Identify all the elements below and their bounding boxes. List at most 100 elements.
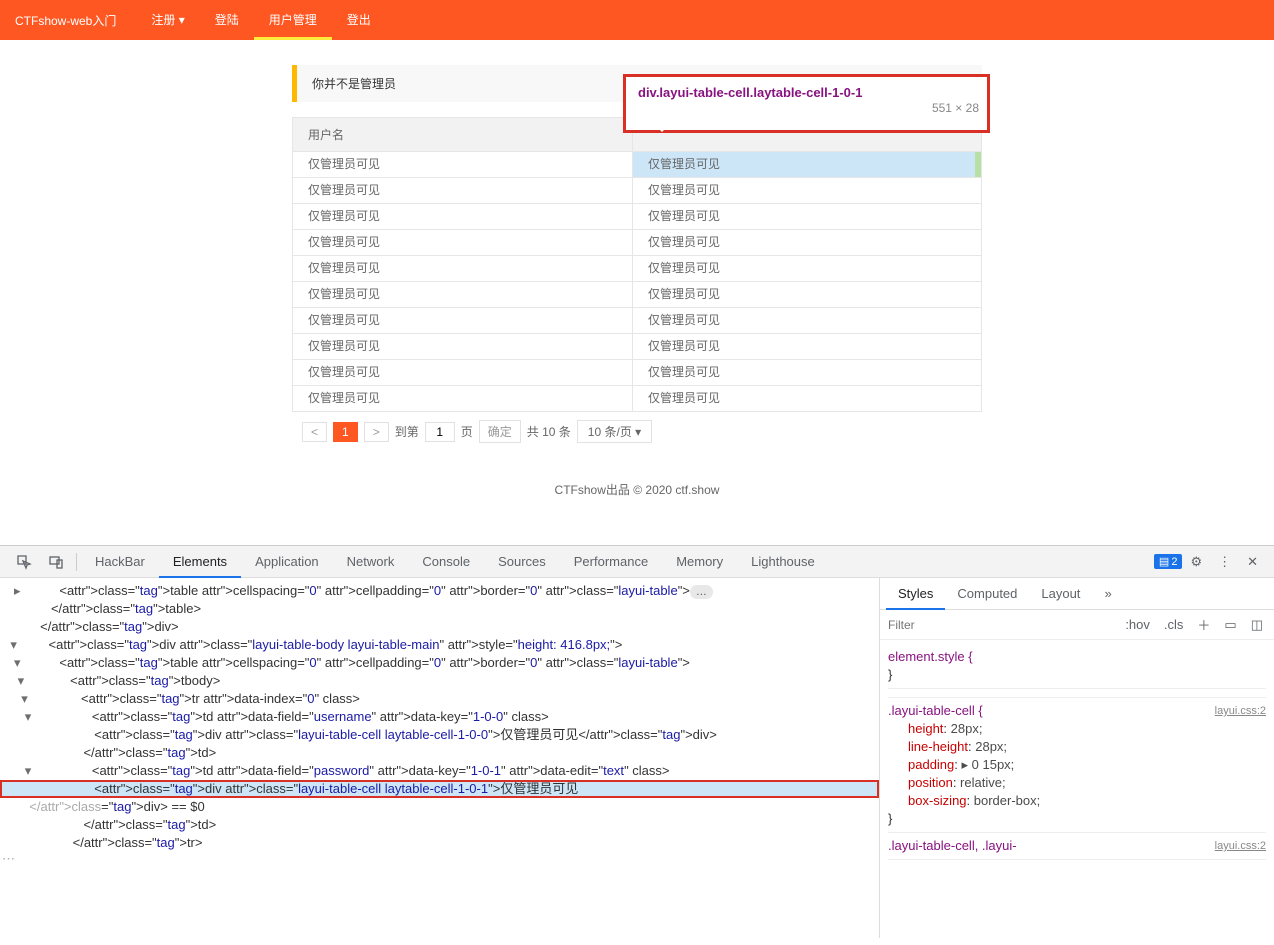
dom-node[interactable]: <attr">class="tag">div attr">class="layu… (0, 726, 879, 744)
nav-item-logout[interactable]: 登出 (332, 0, 386, 40)
sidebar-toggle-icon[interactable]: ◫ (1248, 617, 1266, 633)
table-row[interactable]: 仅管理员可见仅管理员可见 (293, 204, 981, 230)
cell-username: 仅管理员可见 (293, 360, 633, 385)
css-rule[interactable]: </span><span class="rule-sel">.laytable-… (888, 689, 1266, 698)
dom-node[interactable]: ▾ <attr">class="tag">tbody> (0, 672, 879, 690)
cell-username: 仅管理员可见 (293, 230, 633, 255)
cell-username: 仅管理员可见 (293, 152, 633, 177)
table-row[interactable]: 仅管理员可见仅管理员可见 (293, 360, 981, 386)
tab-application[interactable]: Application (241, 546, 333, 578)
css-rule[interactable]: layui.css:2.layui-table-cell {height: 28… (888, 698, 1266, 833)
th-username: 用户名 (293, 118, 633, 151)
tab-elements[interactable]: Elements (159, 546, 241, 578)
goto-label: 到第 (395, 423, 419, 440)
page-size-select[interactable]: 10 条/页 ▾ (577, 420, 652, 443)
cell-password[interactable]: 仅管理员可见 (633, 204, 981, 229)
styles-pane: Styles Computed Layout » :hov .cls ＋ ▭ ◫… (879, 578, 1274, 938)
dom-node[interactable]: ▾ <attr">class="tag">div attr">class="la… (0, 636, 879, 654)
page-confirm[interactable]: 确定 (479, 420, 521, 443)
inspect-icon[interactable] (8, 554, 40, 570)
pagination: < 1 > 到第 页 确定 共 10 条 10 条/页 ▾ (292, 412, 982, 451)
table-row[interactable]: 仅管理员可见仅管理员可见 (293, 334, 981, 360)
page-total: 共 10 条 (527, 423, 571, 440)
nav-item-register[interactable]: 注册 ▾ (136, 0, 199, 40)
cls-toggle[interactable]: .cls (1161, 617, 1187, 632)
css-rule[interactable]: element.style {} (888, 644, 1266, 689)
brand[interactable]: CTFshow-web入门 (15, 12, 116, 29)
cell-password[interactable]: 仅管理员可见 (633, 308, 981, 333)
tab-lighthouse[interactable]: Lighthouse (737, 546, 829, 578)
cell-password[interactable]: 仅管理员可见 (633, 178, 981, 203)
settings-icon[interactable]: ⚙ (1182, 554, 1210, 570)
cell-password[interactable]: 仅管理员可见 (633, 334, 981, 359)
cell-password[interactable]: 仅管理员可见 (633, 282, 981, 307)
dom-node[interactable]: </attr">class="tag">div> == $0 (0, 798, 879, 816)
dom-node[interactable]: </attr">class="tag">td> (0, 816, 879, 834)
more-icon[interactable]: ⋮ (1210, 554, 1239, 570)
element-inspect-tooltip: div.layui-table-cell.laytable-cell-1-0-1… (623, 74, 990, 133)
user-table: 用户名 仅管理员可见仅管理员可见仅管理员可见仅管理员可见仅管理员可见仅管理员可见… (292, 117, 982, 412)
dom-node[interactable]: </attr">class="tag">div> (0, 618, 879, 636)
dom-node[interactable]: <attr">class="tag">div attr">class="layu… (0, 780, 879, 798)
cell-username: 仅管理员可见 (293, 308, 633, 333)
page-prev[interactable]: < (302, 422, 327, 442)
tab-sources[interactable]: Sources (484, 546, 560, 578)
devtools-panel: HackBar Elements Application Network Con… (0, 545, 1274, 938)
page-input[interactable] (425, 422, 455, 442)
table-row[interactable]: 仅管理员可见仅管理员可见 (293, 230, 981, 256)
dom-node[interactable]: ▾ <attr">class="tag">td attr">data-field… (0, 762, 879, 780)
tab-performance[interactable]: Performance (560, 546, 662, 578)
dom-node[interactable]: ▾ <attr">class="tag">tr attr">data-index… (0, 690, 879, 708)
cell-password[interactable]: 仅管理员可见 (633, 256, 981, 281)
styles-tab-more[interactable]: » (1092, 578, 1123, 610)
styles-tab-layout[interactable]: Layout (1029, 578, 1092, 610)
cell-username: 仅管理员可见 (293, 386, 633, 411)
style-rules[interactable]: element.style {}</span><span class="rule… (880, 640, 1274, 938)
tab-network[interactable]: Network (333, 546, 409, 578)
cell-username: 仅管理员可见 (293, 282, 633, 307)
dom-node[interactable]: ▸ <attr">class="tag">table attr">cellspa… (0, 582, 879, 600)
elements-tree[interactable]: ⋯ ▸ <attr">class="tag">table attr">cells… (0, 578, 879, 938)
table-row[interactable]: 仅管理员可见仅管理员可见 (293, 282, 981, 308)
gutter-dots: ⋯ (2, 850, 14, 868)
nav-item-users[interactable]: 用户管理 (254, 0, 332, 40)
cell-password[interactable]: 仅管理员可见 (633, 230, 981, 255)
footer: CTFshow出品 © 2020 ctf.show (0, 451, 1274, 528)
dom-node[interactable]: </attr">class="tag">tr> (0, 834, 879, 852)
cell-password[interactable]: 仅管理员可见 (633, 360, 981, 385)
table-row[interactable]: 仅管理员可见仅管理员可见 (293, 386, 981, 411)
cell-username: 仅管理员可见 (293, 334, 633, 359)
table-row[interactable]: 仅管理员可见仅管理员可见 (293, 308, 981, 334)
tooltip-dimensions: 551 × 28 (932, 101, 979, 115)
new-rule-icon[interactable]: ＋ (1194, 615, 1213, 634)
hov-toggle[interactable]: :hov (1122, 617, 1153, 632)
page-current[interactable]: 1 (333, 422, 358, 442)
tab-memory[interactable]: Memory (662, 546, 737, 578)
devtools-tabs: HackBar Elements Application Network Con… (0, 546, 1274, 578)
computed-toggle-icon[interactable]: ▭ (1221, 617, 1239, 633)
close-icon[interactable]: ✕ (1239, 554, 1266, 570)
nav-item-login[interactable]: 登陆 (200, 0, 254, 40)
cell-password[interactable]: 仅管理员可见 (633, 152, 981, 177)
styles-filter-input[interactable] (888, 618, 1114, 632)
page-next[interactable]: > (364, 422, 389, 442)
tooltip-selector: div.layui-table-cell.laytable-cell-1-0-1 (638, 85, 862, 100)
table-row[interactable]: 仅管理员可见仅管理员可见 (293, 256, 981, 282)
table-row[interactable]: 仅管理员可见仅管理员可见 (293, 178, 981, 204)
dom-node[interactable]: ▾ <attr">class="tag">table attr">cellspa… (0, 654, 879, 672)
cell-username: 仅管理员可见 (293, 178, 633, 203)
issues-badge[interactable]: ▤2 (1154, 554, 1183, 569)
dom-node[interactable]: </attr">class="tag">td> (0, 744, 879, 762)
tab-console[interactable]: Console (408, 546, 484, 578)
dom-node[interactable]: ▾ <attr">class="tag">td attr">data-field… (0, 708, 879, 726)
device-toggle-icon[interactable] (40, 554, 72, 570)
styles-tab-computed[interactable]: Computed (945, 578, 1029, 610)
tab-hackbar[interactable]: HackBar (81, 546, 159, 578)
styles-tab-styles[interactable]: Styles (886, 578, 945, 610)
css-rule[interactable]: layui.css:2.layui-table-cell, .layui- (888, 833, 1266, 860)
dom-node[interactable]: </attr">class="tag">table> (0, 600, 879, 618)
cell-username: 仅管理员可见 (293, 204, 633, 229)
table-row[interactable]: 仅管理员可见仅管理员可见 (293, 152, 981, 178)
top-nav: CTFshow-web入门 注册 ▾ 登陆 用户管理 登出 (0, 0, 1274, 40)
cell-password[interactable]: 仅管理员可见 (633, 386, 981, 411)
